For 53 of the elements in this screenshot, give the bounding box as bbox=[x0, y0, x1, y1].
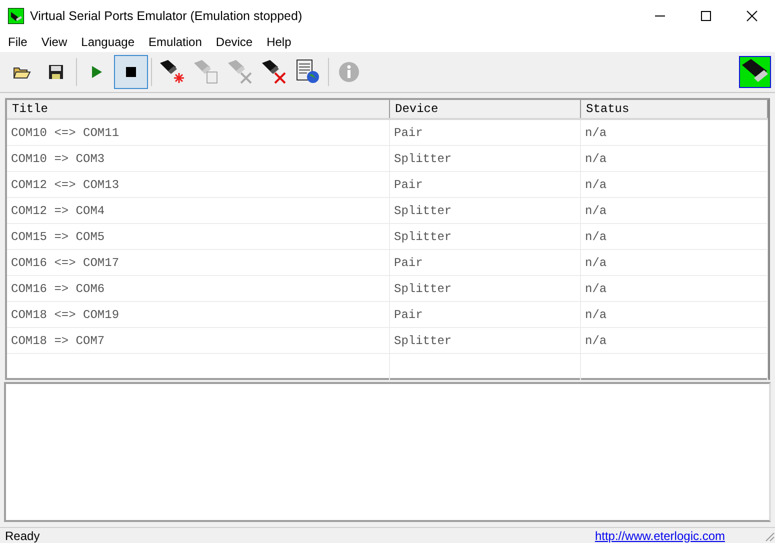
close-icon[interactable] bbox=[746, 10, 758, 22]
menu-item[interactable]: Language bbox=[74, 34, 142, 48]
table-cell: Splitter bbox=[390, 276, 581, 301]
resize-grip-icon bbox=[763, 530, 775, 542]
info-icon bbox=[338, 61, 360, 83]
column-header[interactable]: Status bbox=[581, 100, 768, 118]
table-cell: n/a bbox=[581, 146, 768, 171]
table-cell: COM12 <=> COM13 bbox=[7, 172, 390, 197]
table-cell: Splitter bbox=[390, 328, 581, 353]
table-cell: COM15 => COM5 bbox=[7, 224, 390, 249]
table-cell: Splitter bbox=[390, 198, 581, 223]
table-cell: n/a bbox=[581, 250, 768, 275]
table-cell: COM10 => COM3 bbox=[7, 146, 390, 171]
table-cell: n/a bbox=[581, 224, 768, 249]
menu-item[interactable]: File bbox=[1, 34, 34, 48]
document-globe-icon bbox=[295, 59, 321, 85]
table-cell: COM18 <=> COM19 bbox=[7, 302, 390, 327]
table-cell: n/a bbox=[581, 172, 768, 197]
column-header[interactable]: Device bbox=[390, 100, 581, 118]
table-cell: n/a bbox=[581, 328, 768, 353]
stop-icon bbox=[126, 67, 136, 77]
menu-item[interactable]: Emulation bbox=[142, 34, 209, 48]
column-header[interactable]: Title bbox=[7, 100, 390, 118]
menu-item[interactable]: View bbox=[34, 34, 74, 48]
website-link[interactable]: http://www.eterlogic.com bbox=[594, 528, 725, 542]
table-cell: COM12 => COM4 bbox=[7, 198, 390, 223]
table-cell: Splitter bbox=[390, 146, 581, 171]
table-cell: COM18 => COM7 bbox=[7, 328, 390, 353]
table-cell: n/a bbox=[581, 302, 768, 327]
table-cell: Pair bbox=[390, 250, 581, 275]
play-icon bbox=[91, 65, 103, 79]
menu-item[interactable]: Device bbox=[208, 34, 260, 48]
app-icon bbox=[8, 8, 24, 24]
toolbar-button[interactable] bbox=[114, 55, 148, 89]
connector-spark-icon bbox=[158, 59, 186, 85]
connector-document-icon bbox=[192, 59, 220, 85]
connector-cross-icon bbox=[260, 59, 288, 85]
status-text: Ready bbox=[5, 528, 40, 542]
window-title: Virtual Serial Ports Emulator (Emulation stopped) bbox=[30, 8, 302, 22]
table-cell: Splitter bbox=[390, 224, 581, 249]
table-cell: Pair bbox=[390, 302, 581, 327]
connector-cross-icon bbox=[226, 59, 254, 85]
table-cell: n/a bbox=[581, 198, 768, 223]
table-cell: COM16 <=> COM17 bbox=[7, 250, 390, 275]
maximize-icon[interactable] bbox=[700, 10, 712, 22]
table-cell: Pair bbox=[390, 120, 581, 145]
table-cell: COM10 <=> COM11 bbox=[7, 120, 390, 145]
table-cell: n/a bbox=[581, 276, 768, 301]
menu-item[interactable]: Help bbox=[260, 34, 298, 48]
table-cell: COM16 => COM6 bbox=[7, 276, 390, 301]
table-cell: Pair bbox=[390, 172, 581, 197]
table-cell: n/a bbox=[581, 120, 768, 145]
connector-logo-icon bbox=[739, 56, 771, 88]
